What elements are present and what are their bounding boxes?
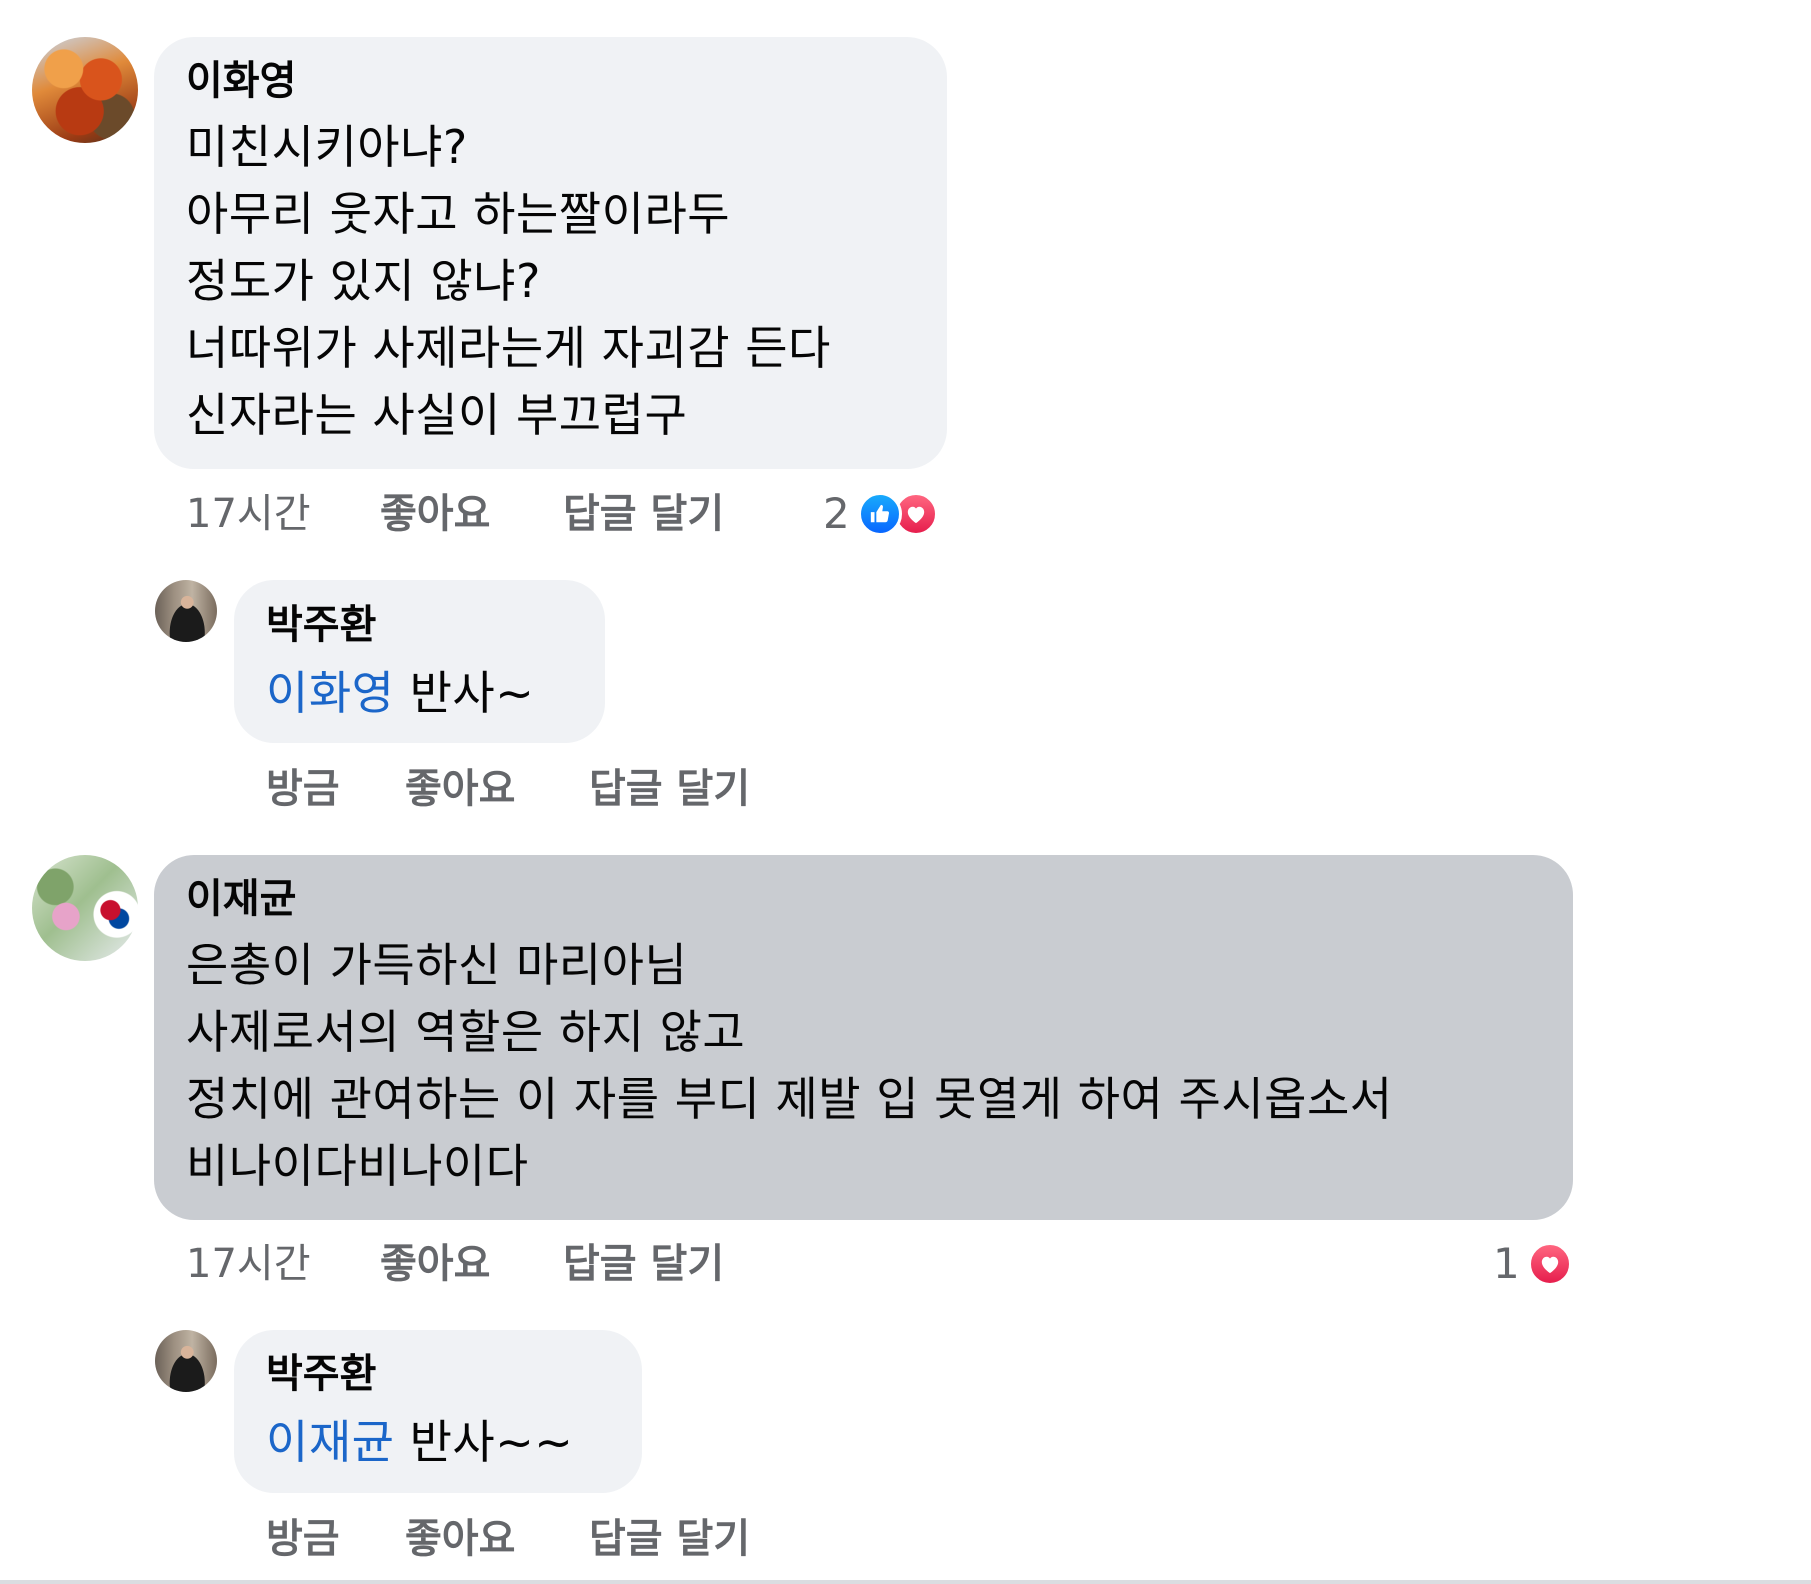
reaction-summary[interactable]: 1 xyxy=(1493,1240,1572,1288)
reaction-summary[interactable]: 2 xyxy=(823,490,938,538)
reply-timestamp[interactable]: 방금 xyxy=(266,1515,340,1563)
comment-text-line: 신자라는 사실이 부끄럽구 xyxy=(186,388,688,442)
avatar[interactable] xyxy=(32,855,138,961)
reply-timestamp[interactable]: 방금 xyxy=(266,765,340,813)
comment-text-line: 은총이 가득하신 마리아님 xyxy=(186,938,688,992)
like-button[interactable]: 좋아요 xyxy=(380,1240,490,1288)
reply-author[interactable]: 박주환 xyxy=(266,601,376,649)
like-button[interactable]: 좋아요 xyxy=(380,490,490,538)
mention-link[interactable]: 이재균 xyxy=(266,1415,394,1469)
avatar[interactable] xyxy=(32,37,138,143)
reply-button[interactable]: 답글 달기 xyxy=(589,1515,750,1563)
comment-timestamp[interactable]: 17시간 xyxy=(186,490,311,538)
reply-author[interactable]: 박주환 xyxy=(266,1350,376,1398)
reply-button[interactable]: 답글 달기 xyxy=(563,1240,724,1288)
divider xyxy=(0,1580,1811,1584)
comment-timestamp[interactable]: 17시간 xyxy=(186,1240,311,1288)
comment-text-line: 정도가 있지 않냐? xyxy=(186,254,541,308)
comment-text-line: 사제로서의 역할은 하지 않고 xyxy=(186,1005,746,1059)
reply-button[interactable]: 답글 달기 xyxy=(589,765,750,813)
mention-link[interactable]: 이화영 xyxy=(266,666,394,720)
comment-author[interactable]: 이화영 xyxy=(186,57,296,105)
comment-text-line: 너따위가 사제라는게 자괴감 든다 xyxy=(186,321,831,375)
comment-text-line: 아무리 웃자고 하는짤이라두 xyxy=(186,187,731,241)
reaction-count: 1 xyxy=(1493,1239,1520,1288)
reply-button[interactable]: 답글 달기 xyxy=(563,490,724,538)
like-icon xyxy=(857,492,902,536)
like-button[interactable]: 좋아요 xyxy=(405,765,515,813)
avatar[interactable] xyxy=(155,1330,217,1392)
comment-text-line: 비나이다비나이다 xyxy=(186,1139,529,1193)
love-icon xyxy=(1527,1242,1572,1286)
reply-text: 이화영 반사~ xyxy=(266,664,534,722)
reply-text-body: 반사~~ xyxy=(394,1415,574,1469)
reaction-count: 2 xyxy=(823,489,850,538)
reply-text-body: 반사~ xyxy=(394,666,535,720)
like-button[interactable]: 좋아요 xyxy=(405,1515,515,1563)
comment-text-line: 미친시키아냐? xyxy=(186,120,468,174)
comment-author[interactable]: 이재균 xyxy=(186,875,296,923)
avatar[interactable] xyxy=(155,580,217,642)
comment-text-line: 정치에 관여하는 이 자를 부디 제발 입 못열게 하여 주시옵소서 xyxy=(186,1072,1393,1126)
reply-text: 이재균 반사~~ xyxy=(266,1413,573,1471)
